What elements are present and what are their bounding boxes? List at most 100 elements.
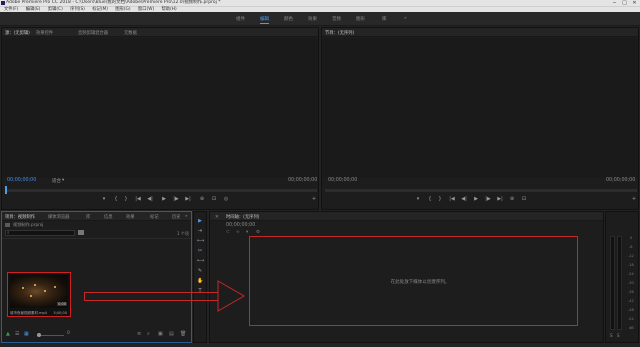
list-view-icon[interactable]: ☰ [15,331,19,337]
automate-to-sequence-icon[interactable]: ≡ [137,331,141,337]
add-marker-icon[interactable]: ▾ [414,196,422,202]
tabs-more-icon[interactable]: » [185,214,188,219]
export-frame-icon[interactable]: ◎ [222,196,230,202]
step-forward-icon[interactable]: |▶ [484,196,492,202]
step-forward-icon[interactable]: |▶ [172,196,180,202]
project-divider [2,238,191,239]
new-search-bin-icon[interactable] [78,230,84,235]
insert-icon[interactable]: ⊕ [198,196,206,202]
meter-scale-label: -48 [628,308,634,312]
drag-arrow-shaft [84,292,218,301]
go-to-in-icon[interactable]: |◀ [134,196,142,202]
workspace-assembly[interactable]: 组件 [236,16,245,22]
program-playhead-timecode[interactable]: 00;00;00;00 [328,178,357,183]
clear-icon[interactable]: 🗑 [180,331,186,337]
timeline-timecode[interactable]: 00;00;00;00 [226,223,255,228]
clip-duration: 5;00;00 [53,311,68,315]
track-select-tool-icon[interactable]: ⇥ [197,228,203,234]
overwrite-icon[interactable]: ⊡ [210,196,218,202]
source-add-button[interactable]: + [310,196,318,202]
step-back-icon[interactable]: ◀| [146,196,154,202]
add-marker-icon[interactable]: ▾ [100,196,108,202]
pen-tool-icon[interactable]: ✎ [197,268,203,274]
play-icon[interactable]: ▶ [472,196,480,202]
source-duration-timecode: 00;00;00;00 [288,178,318,183]
workspace-libraries[interactable]: 库 [382,16,387,22]
zoom-slider-track[interactable] [38,335,64,336]
go-to-in-icon[interactable]: |◀ [448,196,456,202]
workspace-color[interactable]: 颜色 [284,16,293,22]
source-fit-chevron-icon[interactable]: ▾ [62,178,64,183]
source-playhead[interactable] [5,186,7,194]
tab-libraries[interactable]: 库 [86,214,90,220]
solo-left-button[interactable]: S [610,333,613,338]
find-icon[interactable]: ⌕ [147,331,150,337]
tab-effect-controls[interactable]: 效果控件 [36,30,53,36]
mark-in-icon[interactable]: { [426,196,434,202]
project-clip-item[interactable]: 0;00 城市夜景视频素材.mp4 5;00;00 [7,272,71,317]
workspace-effects[interactable]: 效果 [308,16,317,22]
snap-icon[interactable]: ⊂ [226,230,230,235]
solo-right-button[interactable]: S [617,333,620,338]
step-back-icon[interactable]: ◀| [460,196,468,202]
slip-tool-icon[interactable]: ⟷ [197,258,204,264]
zoom-slider-handle[interactable] [37,333,41,337]
mark-out-icon[interactable]: } [122,196,130,202]
meter-scale-label: -12 [628,254,634,258]
source-tab-bar: 源：(无剪辑) 效果控件 音频剪辑混合器 元数据 [2,28,318,37]
source-transport-controls: ▾ { } |◀ ◀| ▶ |▶ ▶| ⊕ ⊡ ◎ + [2,196,320,208]
hand-tool-icon[interactable]: ✋ [197,278,203,284]
source-time-ruler[interactable] [5,189,317,192]
thumbnail-light [34,284,36,286]
project-file-icon [5,223,10,227]
thumbnail-light [30,295,32,297]
tab-timeline[interactable]: 时间轴：(无序列) [226,214,259,220]
tab-effects[interactable]: 效果 [126,214,135,220]
source-playhead-timecode[interactable]: 00;00;00;00 [7,178,36,183]
program-tab-bar: 节目：(无序列) [322,28,638,37]
linked-selection-icon[interactable]: ∞ [236,230,240,235]
tab-audio-clip-mixer[interactable]: 音频剪辑混合器 [78,30,108,36]
new-item-icon[interactable]: ▤ [169,331,174,337]
close-tab-icon[interactable]: ✕ [215,215,219,220]
selection-tool-icon[interactable]: ▶ [197,218,203,224]
program-time-ruler[interactable] [325,189,637,192]
mark-in-icon[interactable]: { [112,196,120,202]
workspace-editing[interactable]: 编辑 [260,16,269,24]
new-bin-icon[interactable]: ▣ [158,331,163,337]
meter-scale-label: -24 [628,272,634,276]
lift-icon[interactable]: ⊕ [508,196,516,202]
extract-icon[interactable]: ⊡ [520,196,528,202]
play-icon[interactable]: ▶ [160,196,168,202]
icon-view-icon[interactable]: ▦ [24,331,29,337]
go-to-out-icon[interactable]: ▶| [184,196,192,202]
tab-project[interactable]: 项目：视频制作 [5,214,35,220]
workspace-graphics[interactable]: 图形 [356,16,365,22]
tab-markers[interactable]: 标记 [150,214,159,220]
thumbnail-light [54,286,56,288]
tab-program[interactable]: 节目：(无序列) [325,30,354,36]
tab-media-browser[interactable]: 媒体浏览器 [48,214,69,220]
add-marker-icon[interactable]: ▾ [246,230,248,235]
mark-out-icon[interactable]: } [436,196,444,202]
program-monitor-panel: 节目：(无序列) 00;00;00;00 00;00;00;00 ▾ { } |… [321,27,639,210]
tab-metadata[interactable]: 元数据 [124,30,137,36]
workspace-audio[interactable]: 音频 [332,16,341,22]
lock-icon[interactable]: ▲ [6,331,10,337]
program-video-area [323,38,637,178]
meter-scale-label: -42 [628,299,634,303]
timeline-drop-zone[interactable]: 在此处放下媒体以创建序列。 [249,236,578,326]
timeline-settings-icon[interactable]: ⚙ [256,230,260,235]
ripple-edit-tool-icon[interactable]: ⟷ [197,238,204,244]
workspace-more-icon[interactable]: » [404,16,407,21]
program-add-button[interactable]: + [630,196,638,202]
source-fit-dropdown[interactable]: 适合 [52,178,61,184]
thumbnail-light [44,290,46,292]
tab-source[interactable]: 源：(无剪辑) [5,30,30,36]
razor-tool-icon[interactable]: ✂ [197,248,203,254]
tab-history[interactable]: 历史 [172,214,181,220]
go-to-out-icon[interactable]: ▶| [496,196,504,202]
source-video-area [3,38,317,178]
tab-info[interactable]: 信息 [104,214,113,220]
project-search-input[interactable]: ⌕ [5,230,75,236]
